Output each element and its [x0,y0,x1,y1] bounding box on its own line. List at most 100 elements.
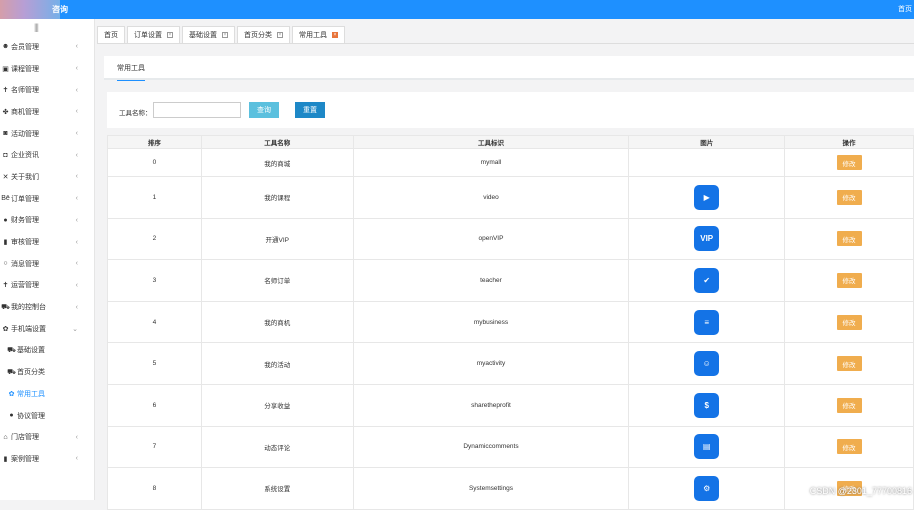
tab-label: 首页 [104,30,118,40]
edit-button[interactable]: 修改 [837,439,862,454]
tab[interactable]: 基础设置× [182,26,235,43]
sidebar-item[interactable]: ▮审核管理‹ [0,231,95,253]
tab[interactable]: 常用工具× [292,26,345,43]
sidebar-item-label: 常用工具 [17,389,45,399]
bomb-icon: ● [1,217,10,224]
sidebar-item-label: 案例管理 [11,454,39,464]
bank-icon: ⌂ [1,434,10,441]
sidebar-menu: ☻会员管理‹▣课程管理‹✝名师管理‹✤商机管理‹◙活动管理‹◘企业资讯‹✕关于我… [0,36,95,470]
sidebar-item[interactable]: ☻会员管理‹ [0,36,95,58]
cell-key: Systemsettings [353,468,629,510]
brand-text: 咨询 [52,4,68,15]
chevron-icon: ‹ [76,43,78,50]
sidebar-item[interactable]: ◙活动管理‹ [0,123,95,145]
cell-order: 5 [108,343,202,385]
cell-image: VIP [629,218,785,260]
cell-name: 动态评论 [201,426,353,468]
sidebar-item[interactable]: ⌂门店管理‹ [0,426,95,448]
sidebar-item[interactable]: ✿常用工具 [0,383,95,405]
document-icon: ▮ [1,455,10,463]
document-icon: ▮ [1,238,10,246]
circle-icon: ○ [1,260,10,267]
gear-icon: ✿ [1,325,10,333]
chevron-icon: ⌄ [72,325,78,333]
cell-order: 1 [108,177,202,219]
sidebar-item-label: 基础设置 [17,345,45,355]
sidebar-item-label: 活动管理 [11,129,39,139]
sidebar-item[interactable]: ✝运营管理‹ [0,275,95,297]
cell-action: 修改 [785,426,914,468]
people-icon: ☺ [694,351,719,376]
sidebar-item[interactable]: ⛟首页分类 [0,361,95,383]
cell-key: teacher [353,260,629,302]
chevron-icon: ‹ [76,87,78,94]
cell-action: 修改 [785,218,914,260]
sidebar-item[interactable]: ⛟我的控制台‹ [0,296,95,318]
inner-tab-tools[interactable]: 常用工具 [117,63,145,81]
main-content: 常用工具 工具名称： 查询 重置 排序 工具名称 工具标识 图片 操作 0我的商… [97,44,914,500]
edit-button[interactable]: 修改 [837,155,862,170]
edit-button[interactable]: 修改 [837,273,862,288]
cell-name: 开通VIP [201,218,353,260]
tab-label: 首页分类 [244,30,272,40]
sidebar-item[interactable]: ✿手机端设置⌄ [0,318,95,340]
sidebar-item-label: 订单管理 [11,194,39,204]
sidebar-item[interactable]: ●协议管理 [0,405,95,427]
cell-key: myactivity [353,343,629,385]
sidebar-item-label: 运营管理 [11,280,39,290]
collapse-menu-icon[interactable]: ||| [34,22,38,32]
sidebar-item[interactable]: ✕关于我们‹ [0,166,95,188]
bomb-icon: ● [7,412,16,419]
car-icon: ⛟ [7,368,16,377]
close-icon[interactable]: × [167,32,173,38]
edit-button[interactable]: 修改 [837,190,862,205]
sidebar-item[interactable]: ✝名师管理‹ [0,79,95,101]
users-icon: ☻ [1,43,10,50]
cell-key: video [353,177,629,219]
home-link[interactable]: 首页 [898,4,912,14]
cell-action: 修改 [785,384,914,426]
tab[interactable]: 订单设置× [127,26,180,43]
edit-button[interactable]: 修改 [837,356,862,371]
close-icon[interactable]: × [332,32,338,38]
chevron-icon: ‹ [76,108,78,115]
cell-order: 7 [108,426,202,468]
tab[interactable]: 首页分类 × [237,26,290,43]
sidebar-item[interactable]: ▮案例管理‹ [0,448,95,470]
edit-button[interactable]: 修改 [837,398,862,413]
cell-key: sharetheprofit [353,384,629,426]
sidebar-item[interactable]: ⛟基础设置 [0,340,95,362]
cell-action: 修改 [785,149,914,177]
column-header: 排序 [108,136,202,149]
tools-table: 排序 工具名称 工具标识 图片 操作 0我的商城mymall修改1我的课程vid… [107,135,914,510]
chevron-icon: ‹ [76,260,78,267]
page-tabs: 首页订单设置×基础设置×首页分类×常用工具× [97,26,347,43]
close-icon[interactable]: × [277,32,283,38]
tab[interactable]: 首页 [97,26,125,43]
chevron-icon: ‹ [76,217,78,224]
cell-image: $ [629,384,785,426]
edit-button[interactable]: 修改 [837,231,862,246]
cell-key: mybusiness [353,301,629,343]
query-button[interactable]: 查询 [249,102,279,118]
cell-image [629,149,785,177]
chevron-icon: ‹ [76,239,78,246]
clipboard-check-icon: ✔ [694,268,719,293]
sidebar-item[interactable]: ✤商机管理‹ [0,101,95,123]
cell-action: 修改 [785,260,914,302]
edit-button[interactable]: 修改 [837,315,862,330]
sidebar-item[interactable]: Bē订单管理‹ [0,188,95,210]
cell-name: 我的商城 [201,149,353,177]
gear-icon: ⚙ [694,476,719,501]
close-icon[interactable]: × [222,32,228,38]
sidebar-item[interactable]: ◘企业资讯‹ [0,144,95,166]
sidebar-item-label: 企业资讯 [11,150,39,160]
sidebar-item-label: 课程管理 [11,64,39,74]
sidebar-item[interactable]: ●财务管理‹ [0,210,95,232]
chevron-icon: ‹ [76,65,78,72]
chevron-icon: ‹ [76,195,78,202]
tool-name-input[interactable] [153,102,241,118]
sidebar-item[interactable]: ▣课程管理‹ [0,58,95,80]
sidebar-item[interactable]: ○消息管理‹ [0,253,95,275]
reset-button[interactable]: 重置 [295,102,325,118]
